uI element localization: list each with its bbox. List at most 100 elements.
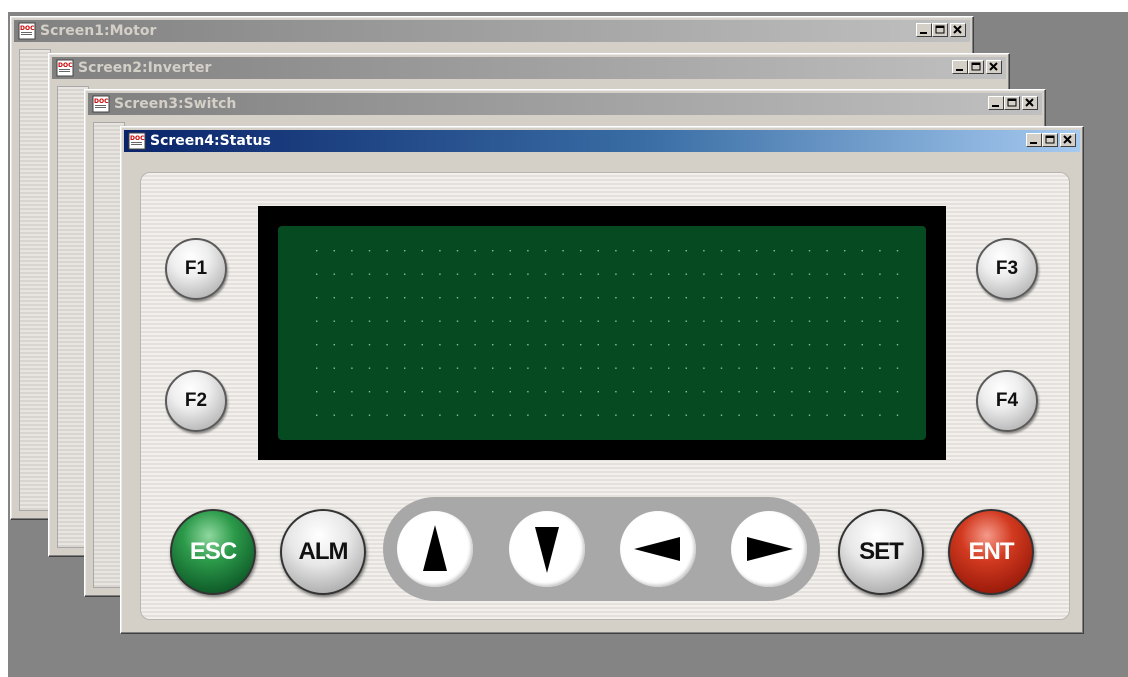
lcd-dot: [316, 297, 318, 299]
lcd-dot: [685, 367, 687, 369]
lcd-dot: [791, 391, 793, 393]
left-arrow-button[interactable]: [620, 511, 696, 587]
f2-label: F2: [184, 390, 208, 411]
titlebar-screen1[interactable]: DOC Screen1:Motor: [14, 20, 970, 42]
lcd-dot: [668, 391, 670, 393]
lcd-dot: [527, 250, 529, 252]
close-icon: [953, 25, 962, 34]
lcd-dot: [474, 344, 476, 346]
right-arrow-button[interactable]: [731, 511, 807, 587]
f4-button[interactable]: F4: [976, 370, 1038, 432]
lcd-dot: [861, 297, 863, 299]
down-arrow-button[interactable]: [509, 511, 585, 587]
window-title: Screen2:Inverter: [78, 60, 212, 76]
left-arrow-icon: [634, 537, 680, 561]
lcd-dot: [544, 273, 547, 275]
lcd-dot: [597, 250, 599, 252]
f4-label: F4: [995, 390, 1019, 411]
lcd-dot: [456, 273, 459, 275]
lcd-dot-grid: [316, 250, 899, 416]
close-icon: [1025, 98, 1034, 107]
lcd-dot: [738, 391, 740, 393]
maximize-button[interactable]: [932, 23, 948, 37]
lcd-dot: [386, 297, 388, 299]
lcd-dot: [509, 414, 511, 416]
minimize-icon: [920, 32, 927, 34]
lcd-dot: [720, 344, 723, 346]
lcd-dot: [615, 297, 617, 299]
f2-button[interactable]: F2: [165, 370, 227, 432]
maximize-button[interactable]: [1004, 96, 1020, 110]
close-button[interactable]: [1060, 133, 1076, 147]
lcd-dot: [544, 297, 547, 299]
lcd-dot: [333, 320, 335, 322]
maximize-button[interactable]: [1042, 133, 1058, 147]
right-arrow-icon: [747, 537, 793, 561]
f1-button[interactable]: F1: [165, 238, 227, 300]
lcd-dot: [386, 367, 388, 369]
minimize-button[interactable]: [988, 96, 1004, 110]
minimize-button[interactable]: [952, 60, 968, 74]
set-button[interactable]: SET: [838, 509, 924, 595]
lcd-dot: [509, 297, 511, 299]
lcd-dot: [756, 250, 758, 252]
ent-button[interactable]: ENT: [948, 509, 1034, 595]
lcd-dot: [791, 273, 793, 275]
lcd-dot: [896, 344, 899, 346]
lcd-dot: [544, 320, 547, 322]
lcd-dot: [773, 250, 775, 252]
lcd-dot: [879, 391, 881, 393]
titlebar-screen2[interactable]: DOC Screen2:Inverter: [52, 57, 1006, 79]
lcd-dot: [421, 391, 423, 393]
minimize-button[interactable]: [1026, 133, 1042, 147]
lcd-dot: [703, 367, 705, 369]
close-icon: [989, 62, 998, 71]
lcd-dot: [474, 367, 476, 369]
lcd-dot: [720, 320, 723, 322]
esc-button[interactable]: ESC: [170, 509, 256, 595]
lcd-dot: [456, 250, 459, 252]
lcd-dot: [896, 414, 899, 416]
alm-button[interactable]: ALM: [280, 509, 366, 595]
lcd-dot: [738, 344, 740, 346]
maximize-icon: [1007, 98, 1017, 107]
lcd-dot: [562, 391, 564, 393]
close-button[interactable]: [950, 23, 966, 37]
lcd-dot: [668, 344, 670, 346]
lcd-dot: [509, 391, 511, 393]
esc-label: ESC: [189, 538, 237, 565]
lcd-dot: [861, 273, 863, 275]
up-arrow-button[interactable]: [397, 511, 473, 587]
close-button[interactable]: [986, 60, 1002, 74]
lcd-dot: [826, 367, 828, 369]
lcd-dot: [685, 297, 687, 299]
lcd-dot: [896, 297, 899, 299]
lcd-dot: [685, 250, 687, 252]
lcd-dot: [826, 250, 828, 252]
lcd-dot: [808, 297, 811, 299]
lcd-dot: [879, 273, 881, 275]
lcd-dot: [861, 344, 863, 346]
f3-button[interactable]: F3: [976, 238, 1038, 300]
titlebar-screen3[interactable]: DOC Screen3:Switch: [88, 93, 1042, 115]
lcd-dot: [896, 391, 899, 393]
close-button[interactable]: [1022, 96, 1038, 110]
lcd-dot: [509, 273, 511, 275]
lcd-dot: [738, 414, 740, 416]
lcd-dot: [756, 414, 758, 416]
lcd-dot: [474, 250, 476, 252]
lcd-dot: [456, 391, 459, 393]
window-title: Screen1:Motor: [40, 23, 157, 39]
lcd-dot: [703, 297, 705, 299]
minimize-button[interactable]: [916, 23, 932, 37]
lcd-dot: [456, 344, 459, 346]
maximize-button[interactable]: [968, 60, 984, 74]
lcd-dot: [562, 414, 564, 416]
lcd-dot: [439, 344, 441, 346]
lcd-dot: [421, 320, 423, 322]
titlebar-screen4[interactable]: DOC Screen4:Status: [124, 130, 1080, 152]
window-title: Screen4:Status: [150, 133, 271, 149]
lcd-dot: [738, 273, 740, 275]
lcd-dot: [879, 250, 881, 252]
lcd-dot: [650, 250, 652, 252]
